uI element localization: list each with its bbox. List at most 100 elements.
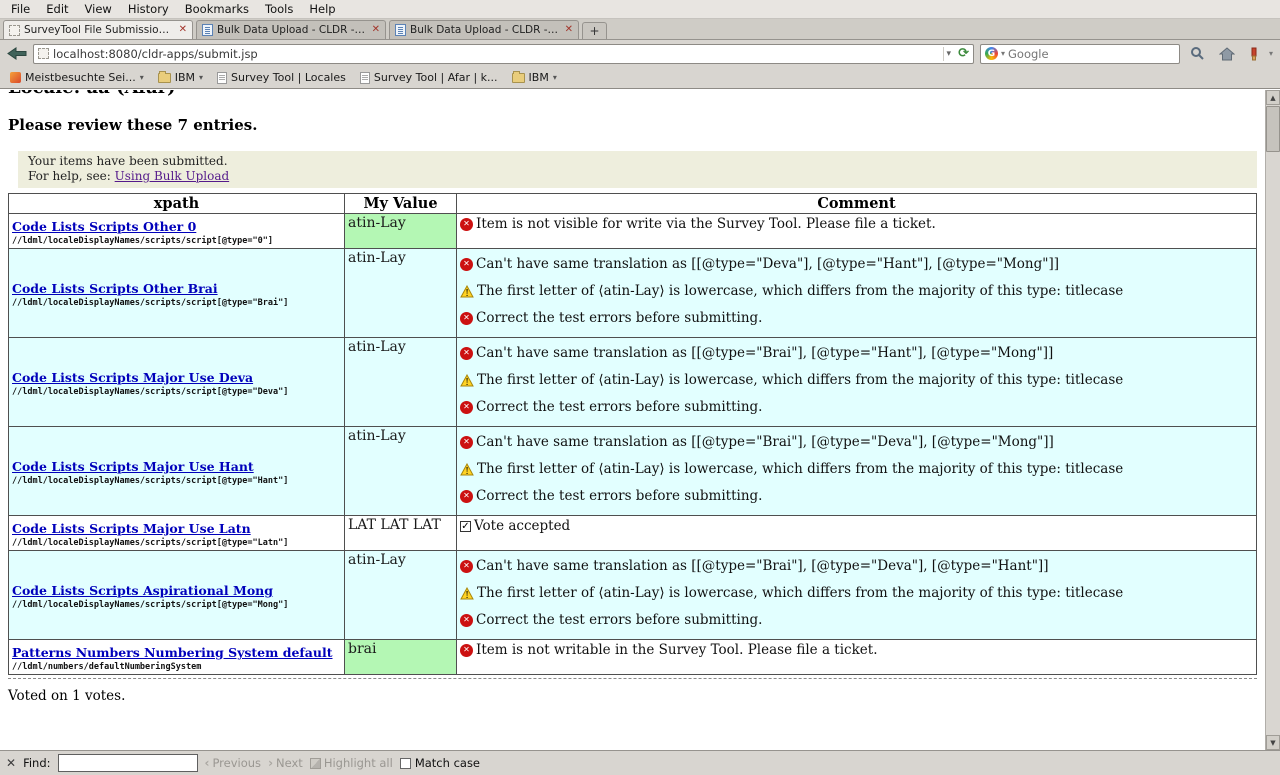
tab-bulk-data-upload-2[interactable]: Bulk Data Upload - CLDR - Un... ✕ (389, 20, 579, 39)
page-content: Locale: aa (Afar) Please review these 7 … (0, 90, 1265, 750)
vertical-scrollbar[interactable]: ▲ ▼ (1265, 90, 1280, 750)
back-button[interactable] (7, 46, 27, 61)
review-table: xpath My Value Comment Code Lists Script… (8, 193, 1257, 675)
close-icon[interactable]: ✕ (565, 25, 573, 35)
find-input[interactable] (58, 754, 198, 772)
warning-icon: ! (460, 463, 474, 476)
close-icon[interactable]: ✕ (179, 25, 187, 35)
bookmarks-toolbar: Meistbesuchte Sei... ▾ IBM ▾ Survey Tool… (0, 67, 1280, 89)
error-icon: ✕ (460, 218, 473, 231)
error-icon: ✕ (460, 258, 473, 271)
column-header-comment: Comment (457, 194, 1257, 214)
match-case-checkbox[interactable] (400, 758, 411, 769)
xpath-code: //ldml/localeDisplayNames/scripts/script… (12, 600, 341, 610)
svg-text:!: ! (465, 289, 469, 298)
menu-tools[interactable]: Tools (257, 0, 301, 18)
chevron-down-icon: ▾ (553, 73, 557, 82)
svg-text:!: ! (465, 378, 469, 387)
table-row: Code Lists Scripts Other 0 //ldml/locale… (9, 214, 1257, 249)
blank-favicon-icon (9, 25, 20, 36)
bookmark-most-visited[interactable]: Meistbesuchte Sei... ▾ (4, 70, 150, 85)
using-bulk-upload-link[interactable]: Using Bulk Upload (115, 169, 230, 183)
tab-title: Bulk Data Upload - CLDR - Un... (217, 24, 368, 36)
review-heading: Please review these 7 entries. (8, 116, 1265, 134)
comment-text: The first letter of ⟨atin-Lay⟩ is lowerc… (477, 372, 1123, 388)
tab-bar: SurveyTool File Submission | ... ✕ Bulk … (0, 19, 1280, 40)
comment-line: ✕ Correct the test errors before submitt… (460, 488, 1253, 504)
home-icon[interactable] (1215, 47, 1239, 61)
reload-icon[interactable]: ⟳ (958, 47, 969, 60)
close-icon[interactable]: ✕ (372, 25, 380, 35)
highlight-all-button[interactable]: Highlight all (310, 756, 393, 770)
tab-bulk-data-upload-1[interactable]: Bulk Data Upload - CLDR - Un... ✕ (196, 20, 386, 39)
comment-text: Item is not visible for write via the Su… (476, 216, 936, 232)
new-tab-button[interactable]: + (582, 22, 607, 39)
table-header-row: xpath My Value Comment (9, 194, 1257, 214)
url-bar[interactable]: ▾ ⟳ (33, 44, 974, 64)
value-cell: atin-Lay (345, 249, 457, 338)
bookmark-folder-ibm-1[interactable]: IBM ▾ (152, 70, 209, 85)
scroll-up-button[interactable]: ▲ (1266, 90, 1280, 105)
bookmark-label: Survey Tool | Afar | k... (374, 71, 498, 84)
xpath-link[interactable]: Code Lists Scripts Other 0 (12, 220, 196, 234)
back-arrow-icon (7, 46, 27, 61)
search-input[interactable] (1008, 47, 1175, 61)
xpath-link[interactable]: Patterns Numbers Numbering System defaul… (12, 646, 333, 660)
vote-summary: Voted on 1 votes. (8, 688, 1265, 704)
tab-surveytool-file-submission[interactable]: SurveyTool File Submission | ... ✕ (3, 20, 193, 39)
highlighter-icon (310, 758, 321, 769)
scrollbar-thumb[interactable] (1266, 106, 1280, 152)
table-row: Patterns Numbers Numbering System defaul… (9, 640, 1257, 675)
close-find-bar-icon[interactable]: ✕ (6, 756, 16, 770)
menu-file[interactable]: File (3, 0, 38, 18)
comment-line: ! The first letter of ⟨atin-Lay⟩ is lowe… (460, 461, 1253, 477)
menu-bookmarks[interactable]: Bookmarks (177, 0, 257, 18)
scroll-down-button[interactable]: ▼ (1266, 735, 1280, 750)
find-previous-button[interactable]: ‹ Previous (205, 756, 262, 770)
menu-help[interactable]: Help (301, 0, 343, 18)
url-input[interactable] (53, 47, 939, 61)
bookmark-label: IBM (175, 71, 195, 84)
bookmark-folder-ibm-2[interactable]: IBM ▾ (506, 70, 563, 85)
xpath-link[interactable]: Code Lists Scripts Major Use Latn (12, 522, 251, 536)
menu-edit[interactable]: Edit (38, 0, 76, 18)
page-icon (217, 72, 227, 84)
chevron-down-icon: ▾ (140, 73, 144, 82)
xpath-code: //ldml/localeDisplayNames/scripts/script… (12, 538, 341, 548)
menu-view[interactable]: View (77, 0, 120, 18)
find-bar: ✕ Find: ‹ Previous › Next Highlight all … (0, 750, 1280, 775)
comment-line: ✕ Can't have same translation as [[@type… (460, 434, 1253, 450)
comment-line: ✕ Item is not visible for write via the … (460, 216, 1253, 232)
xpath-link[interactable]: Code Lists Scripts Major Use Hant (12, 460, 254, 474)
xpath-link[interactable]: Code Lists Scripts Aspirational Mong (12, 584, 273, 598)
match-case-option[interactable]: Match case (400, 756, 480, 770)
value-cell: atin-Lay (345, 427, 457, 516)
tab-title: Bulk Data Upload - CLDR - Un... (410, 24, 561, 36)
value-cell: LAT LAT LAT (345, 516, 457, 551)
svg-text:!: ! (465, 591, 469, 600)
find-next-button[interactable]: › Next (268, 756, 303, 770)
search-engine-dropdown-icon[interactable]: ▾ (1001, 49, 1005, 58)
comment-line: ✕ Correct the test errors before submitt… (460, 399, 1253, 415)
xpath-link[interactable]: Code Lists Scripts Other Brai (12, 282, 218, 296)
customize-icon[interactable] (1245, 47, 1263, 61)
menu-history[interactable]: History (120, 0, 177, 18)
search-bar[interactable]: G ▾ (980, 44, 1180, 64)
xpath-code: //ldml/localeDisplayNames/scripts/script… (12, 387, 341, 397)
page-search-icon[interactable] (1186, 46, 1209, 61)
bookmark-survey-tool-locales[interactable]: Survey Tool | Locales (211, 70, 352, 85)
comment-line: ✕ Correct the test errors before submitt… (460, 310, 1253, 326)
table-row: Code Lists Scripts Major Use Latn //ldml… (9, 516, 1257, 551)
bookmark-survey-tool-afar[interactable]: Survey Tool | Afar | k... (354, 70, 504, 85)
chevron-right-icon: › (268, 756, 273, 770)
scrollbar-track[interactable] (1266, 105, 1280, 735)
most-visited-icon (10, 72, 21, 83)
column-header-my-value: My Value (345, 194, 457, 214)
xpath-link[interactable]: Code Lists Scripts Major Use Deva (12, 371, 253, 385)
error-icon: ✕ (460, 644, 473, 657)
table-row: Code Lists Scripts Major Use Deva //ldml… (9, 338, 1257, 427)
toolbar-overflow-chevron-icon[interactable]: ▾ (1269, 49, 1273, 58)
folder-icon (158, 73, 171, 83)
comment-text: Can't have same translation as [[@type="… (476, 558, 1048, 574)
url-dropdown-icon[interactable]: ▾ (943, 47, 955, 61)
